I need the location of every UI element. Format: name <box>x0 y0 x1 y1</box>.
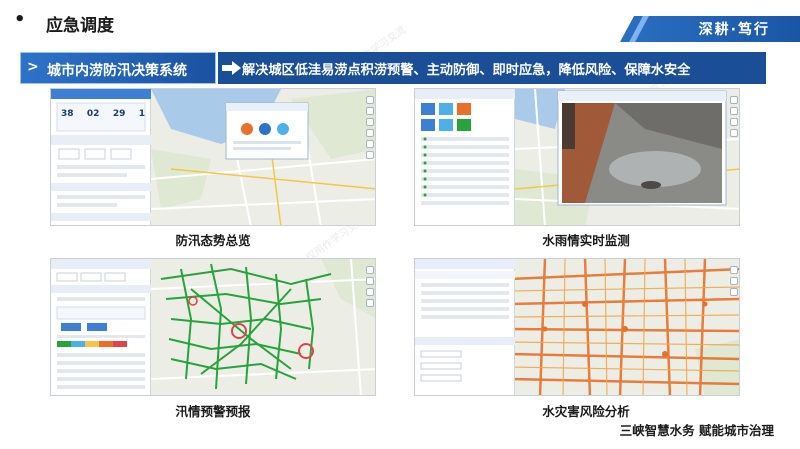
tool-icon[interactable] <box>366 129 374 137</box>
caption-risk-analysis: 水灾害风险分析 <box>542 404 630 419</box>
tool-icon[interactable] <box>730 129 738 137</box>
panel-graphic <box>415 259 515 382</box>
header-bar: • 应急调度 深耕·笃行 <box>0 0 800 46</box>
chevron-right-icon: > <box>27 59 39 75</box>
tool-icon[interactable] <box>366 151 374 159</box>
tool-icon[interactable] <box>730 107 738 115</box>
screenshot-risk-analysis <box>414 258 740 396</box>
caption-flood-warning: 汛情预警预报 <box>175 404 251 419</box>
tool-icon[interactable] <box>730 277 738 285</box>
tool-icon[interactable] <box>366 140 374 148</box>
screenshot-flood-warning <box>50 258 376 396</box>
caption-flood-overview: 防汛态势总览 <box>175 233 251 248</box>
panel-graphic <box>51 259 151 389</box>
side-panel <box>415 259 515 395</box>
panel-graphic <box>415 89 515 205</box>
counter-digit: 29 <box>112 109 126 119</box>
tool-icon[interactable] <box>366 107 374 115</box>
system-description: 解决城区低洼易涝点积涝预警、主动防御、即时应急，降低风险、保障水安全 <box>242 63 691 78</box>
counter-digit: 1 <box>138 109 145 119</box>
slogan-text: 深耕·笃行 <box>698 22 770 38</box>
system-name-box: > 城市内涝防汛决策系统 <box>20 52 216 84</box>
side-panel: 38 02 29 1 <box>51 89 151 225</box>
caption-rain-monitoring: 水雨情实时监测 <box>542 233 630 248</box>
map-toolbar <box>365 93 375 213</box>
counter-digit: 38 <box>61 109 74 119</box>
tool-icon[interactable] <box>730 288 738 296</box>
counter-digit: 02 <box>86 109 100 119</box>
counter: 38 02 29 1 <box>61 109 145 127</box>
bullet-icon: • <box>14 9 26 30</box>
tool-icon[interactable] <box>366 118 374 126</box>
footer-company: 三峡智慧水务 赋能城市治理 <box>619 423 774 438</box>
map-toolbar <box>729 263 739 383</box>
tool-icon[interactable] <box>366 277 374 285</box>
screenshot-rain-monitoring <box>414 88 740 226</box>
system-name: 城市内涝防汛决策系统 <box>47 63 187 79</box>
system-description-box: 解决城区低洼易涝点积涝预警、主动防御、即时应急，降低风险、保障水安全 <box>218 52 766 84</box>
tool-icon[interactable] <box>730 96 738 104</box>
arrow-right-icon <box>222 61 241 75</box>
tool-icon[interactable] <box>366 288 374 296</box>
side-panel <box>415 89 515 225</box>
page-title: 应急调度 <box>46 16 114 36</box>
tool-icon[interactable] <box>366 299 374 307</box>
map-toolbar <box>365 263 375 383</box>
tool-icon[interactable] <box>730 118 738 126</box>
side-panel <box>51 259 151 395</box>
tool-icon[interactable] <box>366 96 374 104</box>
tool-icon[interactable] <box>730 266 738 274</box>
system-banner: > 城市内涝防汛决策系统 解决城区低洼易涝点积涝预警、主动防御、即时应急，降低风… <box>20 52 766 84</box>
map-toolbar <box>729 93 739 213</box>
screenshot-flood-overview: 38 02 29 1 <box>50 88 376 226</box>
tool-icon[interactable] <box>366 266 374 274</box>
